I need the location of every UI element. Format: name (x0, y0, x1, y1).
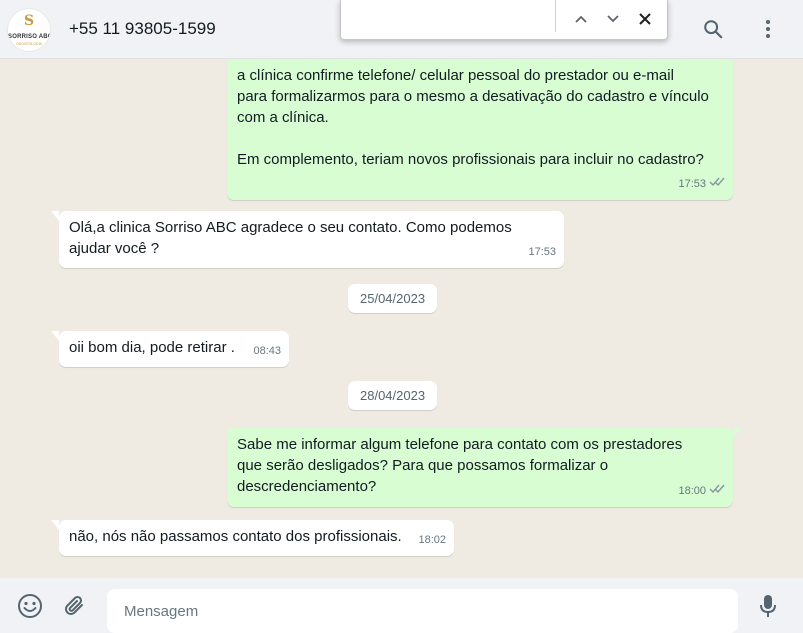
message-text: Olá,a clinica Sorriso ABC agradece o seu… (69, 219, 512, 257)
message-time: 17:53 (678, 178, 706, 190)
find-divider (555, 0, 556, 32)
chevron-down-icon[interactable] (601, 7, 625, 31)
message-time: 17:53 (528, 246, 556, 258)
message-bubble-outgoing[interactable]: a clínica confirme telefone/ celular pes… (227, 59, 733, 200)
avatar[interactable]: S SORRISO ABC ODONTOLOGIA (7, 8, 51, 52)
find-in-page-bar (340, 0, 668, 40)
message-meta: 17:53 (678, 174, 725, 195)
find-input[interactable] (351, 6, 551, 32)
message-input[interactable] (107, 589, 738, 633)
chevron-up-icon[interactable] (569, 7, 593, 31)
message-text: Sabe me informar algum telefone para con… (237, 436, 683, 495)
message-text: não, nós não passamos contato dos profis… (69, 528, 402, 545)
message-meta: 08:43 (253, 341, 281, 362)
close-icon[interactable] (633, 7, 657, 31)
emoji-icon[interactable] (16, 592, 44, 620)
message-list[interactable]: a clínica confirme telefone/ celular pes… (0, 59, 803, 578)
message-bubble-outgoing[interactable]: Sabe me informar algum telefone para con… (227, 428, 741, 507)
message-time: 18:02 (418, 534, 446, 546)
search-icon[interactable] (700, 16, 726, 42)
logo-subtitle: ODONTOLOGIA (16, 42, 42, 46)
date-separator: 28/04/2023 (348, 381, 438, 410)
paperclip-icon[interactable] (61, 592, 89, 620)
logo-glyph: S (23, 13, 35, 29)
message-time: 18:00 (678, 485, 706, 497)
double-check-icon (709, 481, 725, 502)
message-time: 08:43 (253, 345, 281, 357)
kebab-menu-icon[interactable] (755, 16, 781, 42)
contact-name[interactable]: +55 11 93805-1599 (69, 19, 216, 39)
message-bubble-incoming[interactable]: Olá,a clinica Sorriso ABC agradece o seu… (51, 211, 564, 268)
double-check-icon (709, 174, 725, 195)
microphone-icon[interactable] (754, 592, 782, 620)
message-bubble-incoming[interactable]: oii bom dia, pode retirar . 08:43 (51, 331, 289, 367)
message-bubble-incoming[interactable]: não, nós não passamos contato dos profis… (51, 520, 454, 556)
message-meta: 18:00 (678, 481, 725, 502)
message-meta: 18:02 (418, 530, 446, 551)
composer-bar (0, 578, 803, 633)
date-separator: 25/04/2023 (348, 284, 438, 313)
message-text: a clínica confirme telefone/ celular pes… (237, 67, 709, 168)
message-text: oii bom dia, pode retirar . (69, 339, 235, 356)
message-meta: 17:53 (528, 242, 556, 263)
logo-brand: SORRISO ABC (8, 34, 51, 40)
